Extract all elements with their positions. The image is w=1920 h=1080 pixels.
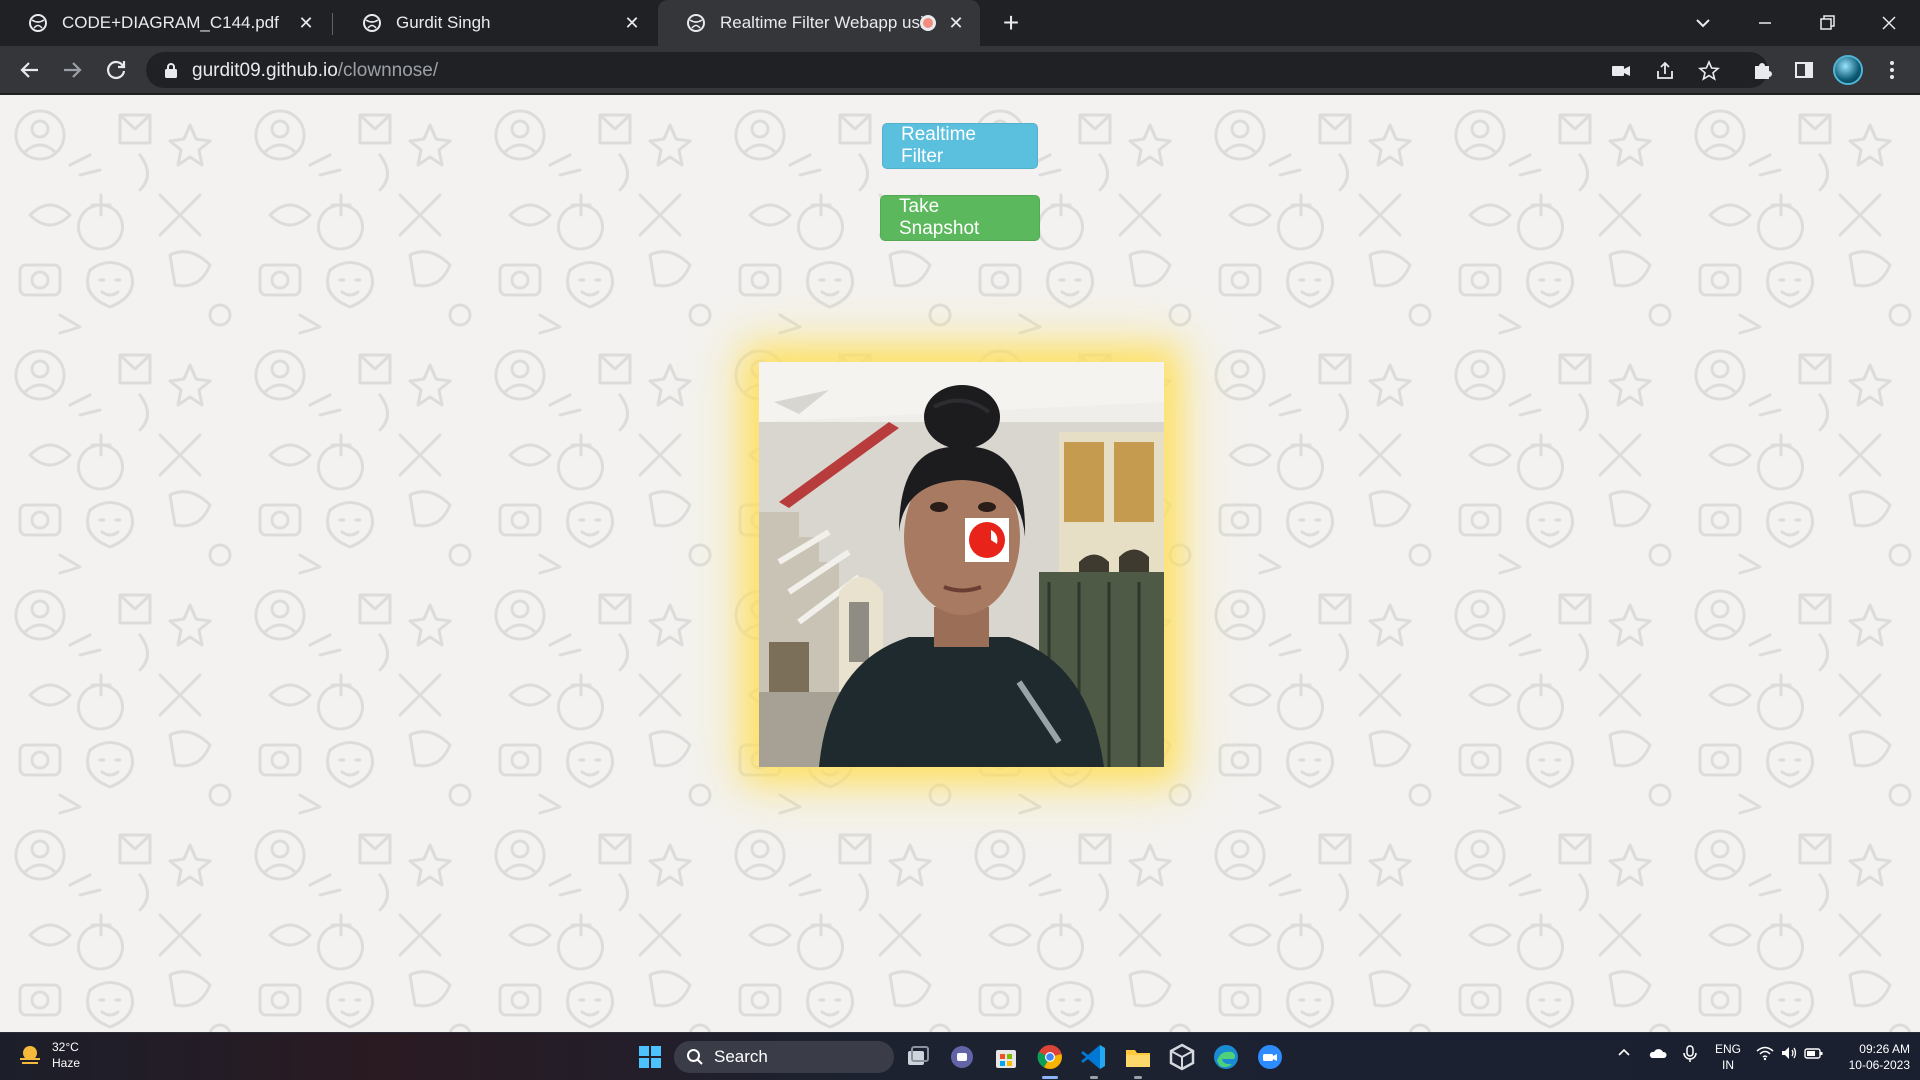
globe-icon	[687, 14, 705, 32]
side-panel-icon[interactable]	[1788, 54, 1820, 86]
lock-icon[interactable]	[164, 62, 178, 78]
tab-gurdit-singh[interactable]: Gurdit Singh ✕	[334, 0, 656, 46]
close-icon[interactable]: ✕	[622, 13, 642, 33]
haze-sun-icon	[20, 1046, 40, 1064]
volume-icon[interactable]	[1780, 1045, 1798, 1061]
microsoft-store-icon[interactable]	[990, 1041, 1022, 1073]
restore-icon[interactable]	[1812, 8, 1842, 38]
url-text[interactable]: gurdit09.github.io/clownnose/	[192, 60, 438, 82]
taskbar-search-box[interactable]: Search	[674, 1041, 894, 1073]
language-code: ENG	[1714, 1042, 1741, 1056]
onedrive-cloud-icon[interactable]	[1648, 1045, 1668, 1061]
tab-title: Gurdit Singh	[396, 13, 491, 32]
windows-taskbar: 32°C Haze Search ENG IN 09:26 AM 10-06-2…	[0, 1032, 1920, 1080]
globe-icon	[363, 14, 381, 32]
web-page: Realtime Filter Take Snapshot	[0, 95, 1920, 1032]
file-explorer-icon[interactable]	[1122, 1041, 1154, 1073]
weather-widget[interactable]: 32°C Haze	[16, 1039, 80, 1071]
reload-icon[interactable]	[100, 54, 132, 86]
window-close-icon[interactable]	[1874, 8, 1904, 38]
address-bar[interactable]: gurdit09.github.io/clownnose/	[146, 52, 1768, 88]
browser-toolbar: gurdit09.github.io/clownnose/	[0, 46, 1920, 94]
bookmark-star-icon[interactable]	[1698, 60, 1720, 82]
tab-title: CODE+DIAGRAM_C144.pdf	[62, 13, 279, 32]
url-host: gurdit09.github.io	[192, 60, 338, 81]
show-hidden-icons-chevron-icon[interactable]	[1616, 1045, 1632, 1061]
clock-time: 09:26 AM	[1859, 1042, 1910, 1056]
share-icon[interactable]	[1654, 60, 1676, 82]
url-path: /clownnose/	[337, 60, 439, 81]
globe-icon	[29, 14, 47, 32]
chrome-active-indicator	[1042, 1076, 1058, 1079]
edge-icon[interactable]	[1210, 1041, 1242, 1073]
minimize-icon[interactable]	[1750, 8, 1780, 38]
take-snapshot-button[interactable]: Take Snapshot	[880, 195, 1040, 241]
task-view-icon[interactable]	[902, 1041, 934, 1073]
wifi-icon[interactable]	[1756, 1045, 1774, 1061]
explorer-open-indicator	[1134, 1076, 1142, 1079]
language-indicator[interactable]: ENG IN	[1714, 1041, 1742, 1073]
windows-start-icon[interactable]	[634, 1041, 666, 1073]
tab-separator	[332, 13, 333, 35]
camera-in-use-icon[interactable]	[1610, 60, 1632, 82]
webcam-feed	[759, 362, 1164, 767]
tab-pdf[interactable]: CODE+DIAGRAM_C144.pdf ✕	[0, 0, 330, 46]
unity-icon[interactable]	[1166, 1041, 1198, 1073]
close-icon[interactable]: ✕	[296, 13, 316, 33]
tab-strip: CODE+DIAGRAM_C144.pdf ✕ Gurdit Singh ✕ R…	[0, 0, 1920, 46]
back-arrow-icon[interactable]	[14, 54, 46, 86]
vscode-icon[interactable]	[1078, 1041, 1110, 1073]
new-tab-button[interactable]: +	[998, 9, 1024, 37]
chrome-icon[interactable]	[1034, 1041, 1066, 1073]
more-menu-icon[interactable]	[1876, 54, 1908, 86]
battery-icon[interactable]	[1804, 1045, 1824, 1061]
close-icon[interactable]: ✕	[946, 13, 966, 33]
recording-indicator-icon	[920, 15, 936, 31]
realtime-filter-button[interactable]: Realtime Filter	[882, 123, 1038, 169]
region-code: IN	[1722, 1058, 1734, 1072]
tab-realtime-filter[interactable]: Realtime Filter Webapp using ✕	[658, 0, 980, 46]
profile-avatar[interactable]	[1833, 55, 1863, 85]
system-clock[interactable]: 09:26 AM 10-06-2023	[1830, 1041, 1910, 1073]
tab-title: Realtime Filter Webapp using	[720, 13, 928, 32]
teams-chat-icon[interactable]	[946, 1041, 978, 1073]
extensions-puzzle-icon[interactable]	[1746, 54, 1778, 86]
search-icon	[687, 1049, 703, 1065]
weather-temperature: 32°C	[52, 1040, 79, 1054]
zoom-icon[interactable]	[1254, 1041, 1286, 1073]
weather-description: Haze	[52, 1056, 81, 1070]
tab-search-chevron-icon[interactable]	[1688, 8, 1718, 38]
webcam-glow-frame	[759, 362, 1164, 767]
search-label: Search	[714, 1047, 768, 1066]
forward-arrow-icon[interactable]	[56, 54, 88, 86]
microphone-icon[interactable]	[1682, 1045, 1698, 1063]
vscode-open-indicator	[1090, 1076, 1098, 1079]
clock-date: 10-06-2023	[1848, 1058, 1910, 1072]
